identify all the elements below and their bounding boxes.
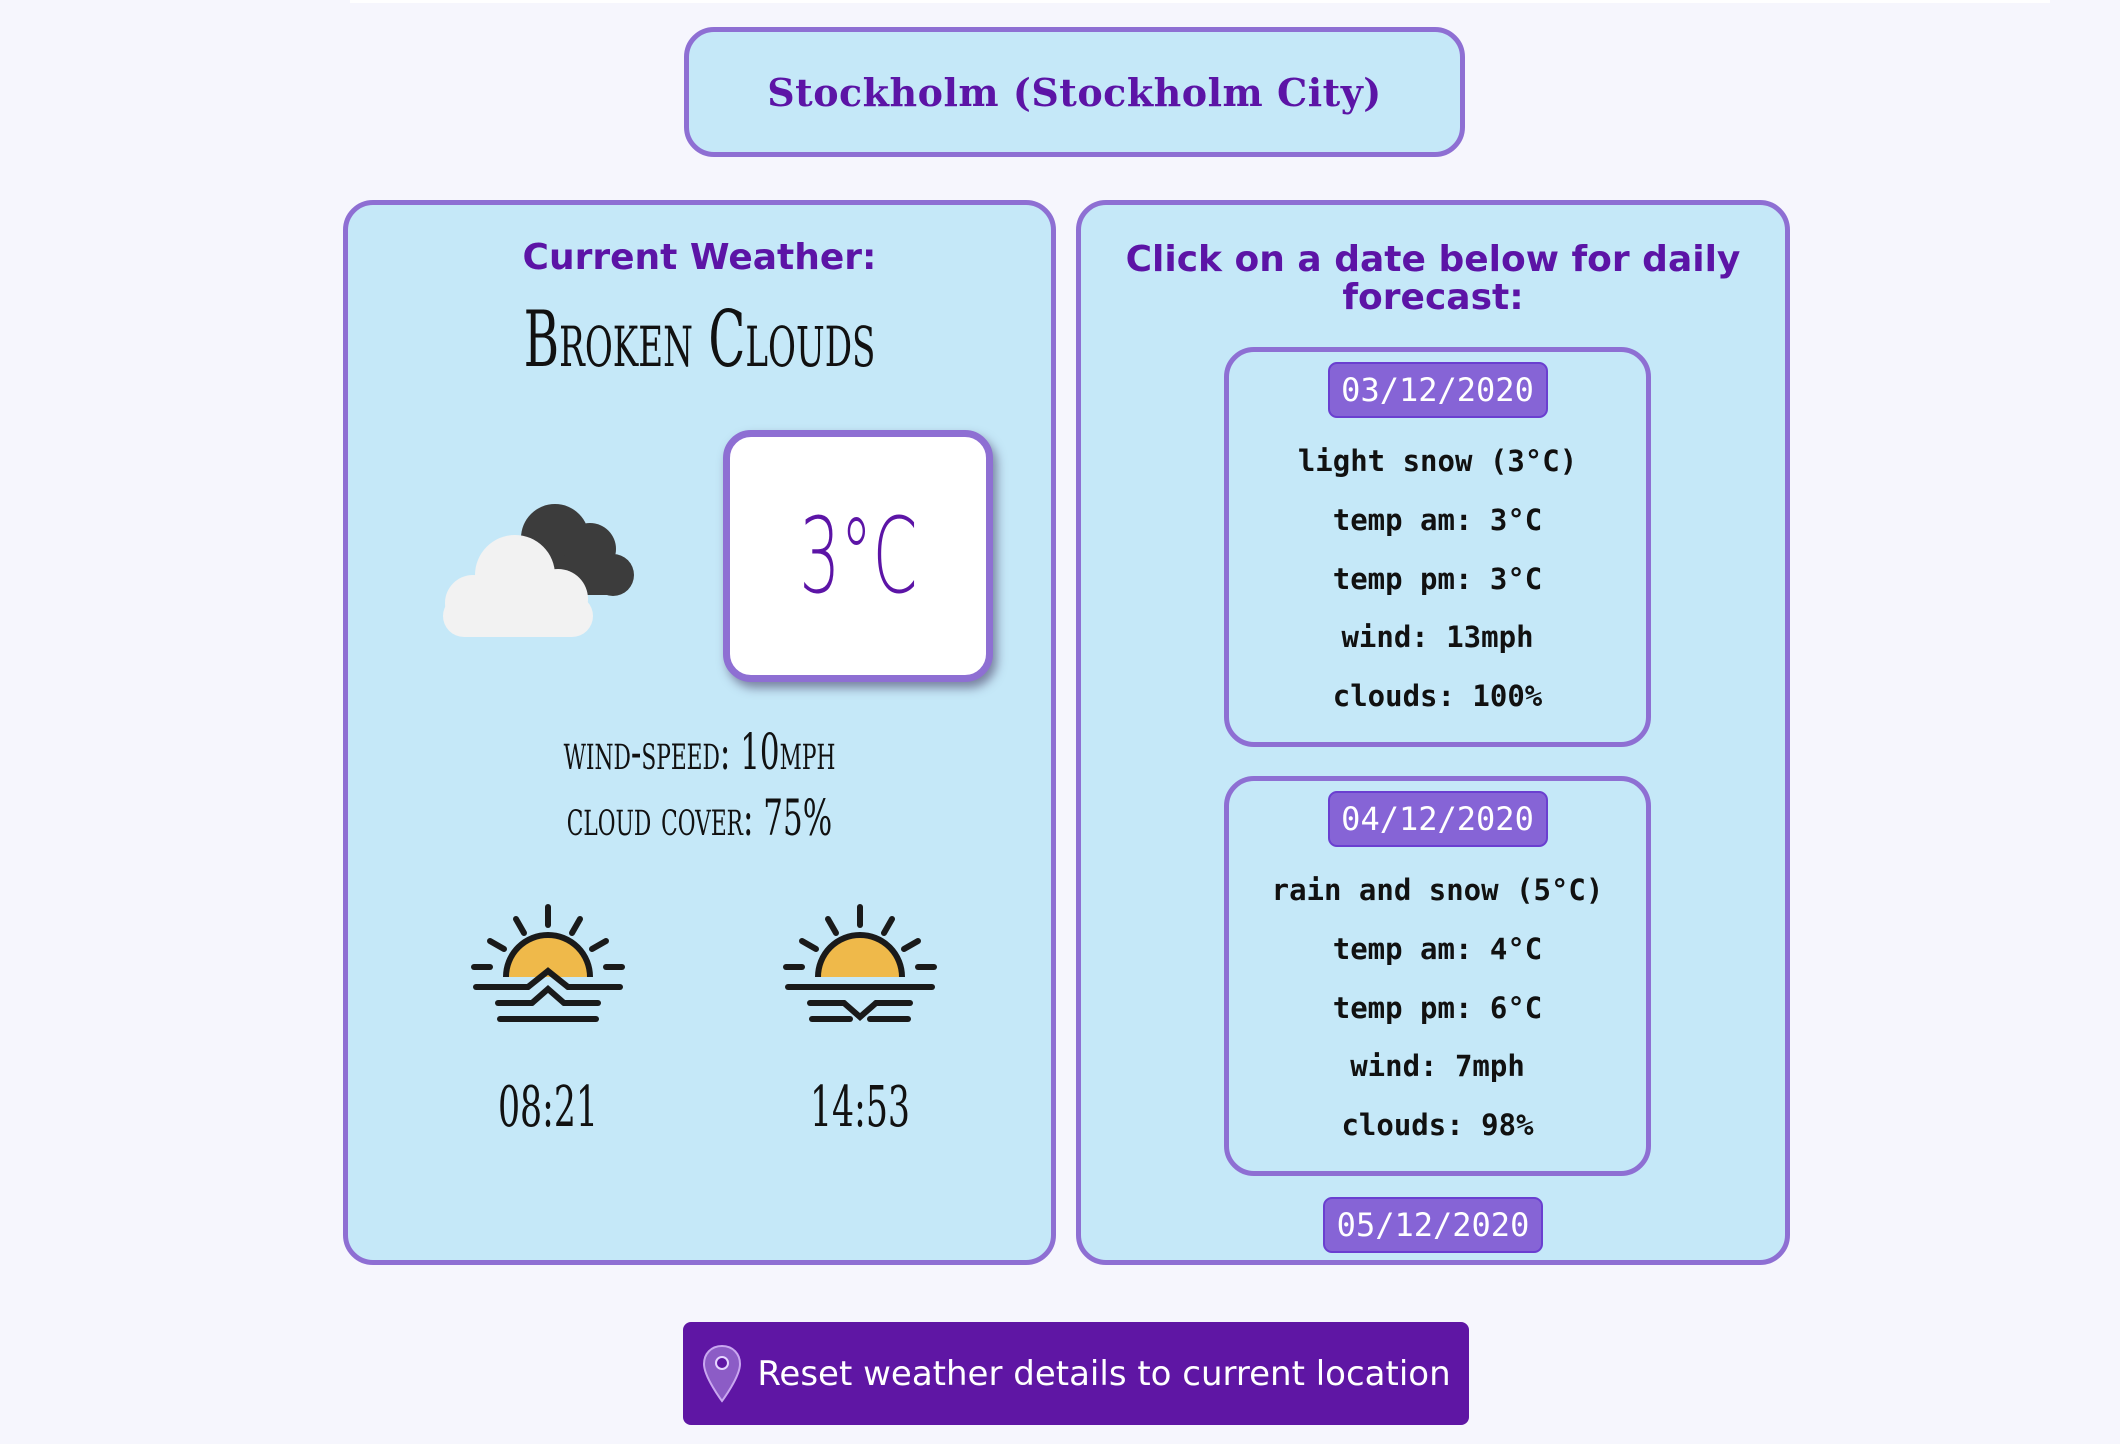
wind-speed: wind-speed: 10mph [563,723,836,781]
forecast-panel[interactable]: Click on a date below for daily forecast… [1076,200,1790,1265]
forecast-wind: wind: 13mph [1341,620,1534,654]
forecast-date-button[interactable]: 04/12/2020 [1327,791,1548,847]
page-top-border [350,0,2050,3]
reset-button-label: Reset weather details to current locatio… [757,1353,1451,1394]
map-pin-icon [703,1344,742,1403]
forecast-summary: rain and snow (5°C) [1271,873,1604,907]
current-weather-heading: Current Weather: [522,237,877,278]
current-weather-panel: Current Weather: Broken Clouds 3°C wind-… [343,200,1056,1265]
forecast-temp-am: temp am: 3°C [1332,503,1543,537]
forecast-date-button[interactable]: 03/12/2020 [1327,362,1548,418]
forecast-wind: wind: 7mph [1350,1049,1525,1083]
forecast-summary: light snow (3°C) [1297,444,1578,478]
location-title: Stockholm (Stockholm City) [767,69,1382,115]
sunrise-time: 08:21 [497,1075,599,1140]
forecast-card: 03/12/2020 light snow (3°C) temp am: 3°C… [1224,347,1651,747]
sunset-icon [783,904,937,1022]
broken-clouds-icon [443,504,634,637]
weather-description: Broken Clouds [523,295,876,385]
forecast-heading: Click on a date below for daily forecast… [1125,239,1741,318]
cloud-cover: cloud cover: 75% [566,789,833,847]
forecast-date-button[interactable]: 05/12/2020 [1323,1197,1543,1253]
sunset-time: 14:53 [809,1075,911,1140]
sunrise-icon [471,904,625,1022]
forecast-temp-pm: temp pm: 3°C [1332,562,1543,596]
forecast-card: 04/12/2020 rain and snow (5°C) temp am: … [1224,776,1651,1176]
temperature-box: 3°C [723,430,993,682]
location-header: Stockholm (Stockholm City) [684,27,1465,157]
forecast-temp-pm: temp pm: 6°C [1332,991,1543,1025]
reset-location-button[interactable]: Reset weather details to current locatio… [683,1322,1469,1425]
forecast-clouds: clouds: 100% [1332,679,1543,713]
current-temperature: 3°C [798,495,918,617]
forecast-temp-am: temp am: 4°C [1332,932,1543,966]
forecast-clouds: clouds: 98% [1341,1108,1534,1142]
